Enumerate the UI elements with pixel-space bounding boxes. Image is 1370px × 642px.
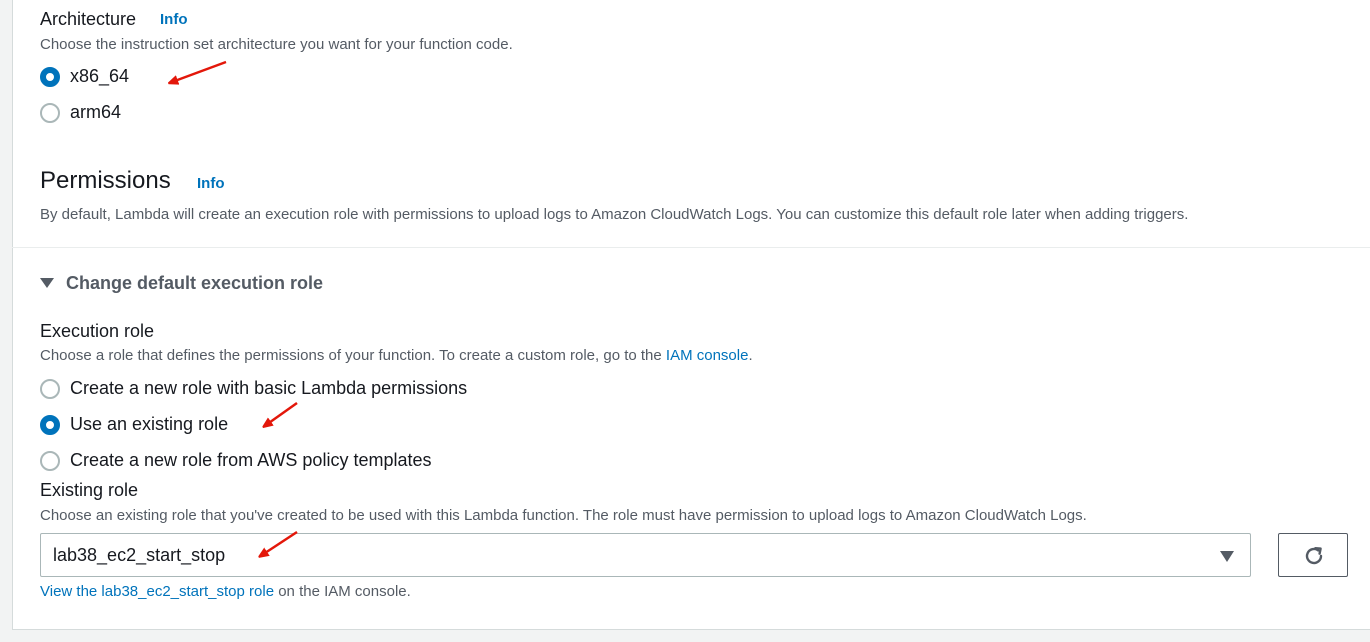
architecture-description: Choose the instruction set architecture … [40,36,513,53]
refresh-icon [1305,547,1323,565]
radio-arm64-label[interactable]: arm64 [70,102,121,123]
radio-use-existing-role-label[interactable]: Use an existing role [70,414,228,435]
existing-role-select[interactable]: lab38_ec2_start_stop [40,533,1251,577]
radio-x86-64-label[interactable]: x86_64 [70,66,129,87]
view-role-link[interactable]: View the lab38_ec2_start_stop role [40,583,274,600]
radio-policy-templates-role[interactable] [40,451,60,471]
permissions-info-link[interactable]: Info [197,175,225,192]
radio-use-existing-role[interactable] [40,415,60,435]
caret-down-icon [1220,551,1234,562]
change-execution-role-expander[interactable]: Change default execution role [40,273,323,294]
execution-role-description: Choose a role that defines the permissio… [40,347,753,364]
execution-role-title: Execution role [40,321,155,341]
existing-role-title: Existing role [40,480,139,500]
existing-role-description: Choose an existing role that you've crea… [40,507,1087,524]
caret-down-icon [40,277,54,288]
execution-role-description-text: Choose a role that defines the permissio… [40,347,666,364]
expander-label: Change default execution role [66,273,324,293]
permissions-description: By default, Lambda will create an execut… [40,206,1189,223]
architecture-title: Architecture [40,9,137,29]
existing-role-footer: View the lab38_ec2_start_stop role on th… [40,583,411,600]
section-divider [12,247,1370,248]
radio-create-basic-role[interactable] [40,379,60,399]
iam-console-link[interactable]: IAM console [666,347,749,364]
existing-role-select-value: lab38_ec2_start_stop [53,545,226,565]
existing-role-footer-suffix: on the IAM console. [274,583,411,600]
radio-arm64[interactable] [40,103,60,123]
refresh-roles-button[interactable] [1278,533,1348,577]
architecture-info-link[interactable]: Info [160,11,188,28]
radio-x86-64[interactable] [40,67,60,87]
radio-create-basic-role-label[interactable]: Create a new role with basic Lambda perm… [70,378,467,399]
permissions-title: Permissions [40,167,171,194]
execution-role-description-suffix: . [748,347,753,364]
radio-policy-templates-role-label[interactable]: Create a new role from AWS policy templa… [70,450,431,471]
